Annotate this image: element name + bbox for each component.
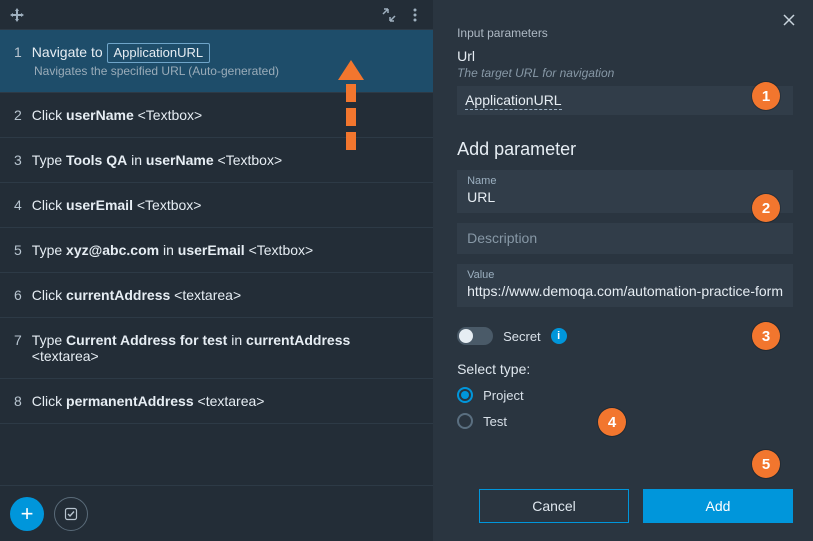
cancel-button[interactable]: Cancel [479,489,629,523]
steps-panel: 1Navigate to ApplicationURLNavigates the… [0,0,433,541]
step-item[interactable]: 5 Type xyz@abc.com in userEmail <Textbox> [0,228,433,273]
step-number: 4 [14,197,22,213]
step-number: 7 [14,332,22,348]
step-text: Type Tools QA in userName <Textbox> [32,152,282,168]
steps-panel-header [0,0,433,30]
step-number: 1 [14,44,22,60]
annotation-marker-2: 2 [752,194,780,222]
radio-project-indicator [457,387,473,403]
step-text: Navigate to ApplicationURL [32,44,210,60]
step-text: Click permanentAddress <textarea> [32,393,265,409]
url-value-input[interactable]: ApplicationURL [457,86,793,115]
kebab-menu-icon[interactable] [405,5,425,25]
step-item[interactable]: 1Navigate to ApplicationURLNavigates the… [0,30,433,93]
steps-panel-footer: + [0,485,433,541]
secret-label: Secret [503,329,541,344]
step-text: Type xyz@abc.com in userEmail <Textbox> [32,242,313,258]
annotation-marker-3: 3 [752,322,780,350]
url-label: Url [457,48,793,64]
param-value-input[interactable]: Value https://www.demoqa.com/automation-… [457,264,793,307]
add-parameter-header: Add parameter [457,139,793,160]
close-icon[interactable] [779,10,799,30]
step-item[interactable]: 4 Click userEmail <Textbox> [0,183,433,228]
select-type-group: Select type: Project Test [457,361,793,439]
step-item[interactable]: 6 Click currentAddress <textarea> [0,273,433,318]
step-text: Click currentAddress <textarea> [32,287,241,303]
param-name-input[interactable]: Name URL [457,170,793,213]
annotation-arrow-icon [338,60,364,150]
step-item[interactable]: 7 Type Current Address for test in curren… [0,318,433,379]
step-number: 8 [14,393,22,409]
add-button[interactable]: Add [643,489,793,523]
secret-toggle-row: Secret i [457,327,793,345]
step-item[interactable]: 3 Type Tools QA in userName <Textbox> [0,138,433,183]
annotation-marker-5: 5 [752,450,780,478]
radio-project[interactable]: Project [457,387,793,403]
step-number: 5 [14,242,22,258]
drag-handle-icon[interactable] [8,6,26,24]
collapse-icon[interactable] [379,5,399,25]
select-type-header: Select type: [457,361,793,377]
step-item[interactable]: 2 Click userName <Textbox> [0,93,433,138]
annotation-marker-4: 4 [598,408,626,436]
record-button[interactable] [54,497,88,531]
step-number: 6 [14,287,22,303]
step-text: Type Current Address for test in current… [32,332,419,364]
steps-list: 1Navigate to ApplicationURLNavigates the… [0,30,433,485]
annotation-marker-1: 1 [752,82,780,110]
step-text: Click userName <Textbox> [32,107,202,123]
input-parameters-header: Input parameters [457,26,793,40]
radio-test-indicator [457,413,473,429]
step-item[interactable]: 8 Click permanentAddress <textarea> [0,379,433,424]
step-number: 3 [14,152,22,168]
info-icon[interactable]: i [551,328,567,344]
step-text: Click userEmail <Textbox> [32,197,202,213]
secret-toggle[interactable] [457,327,493,345]
add-step-button[interactable]: + [10,497,44,531]
url-hint: The target URL for navigation [457,66,793,80]
step-number: 2 [14,107,22,123]
dialog-buttons: Cancel Add [457,479,793,523]
param-description-input[interactable]: Description [457,223,793,254]
